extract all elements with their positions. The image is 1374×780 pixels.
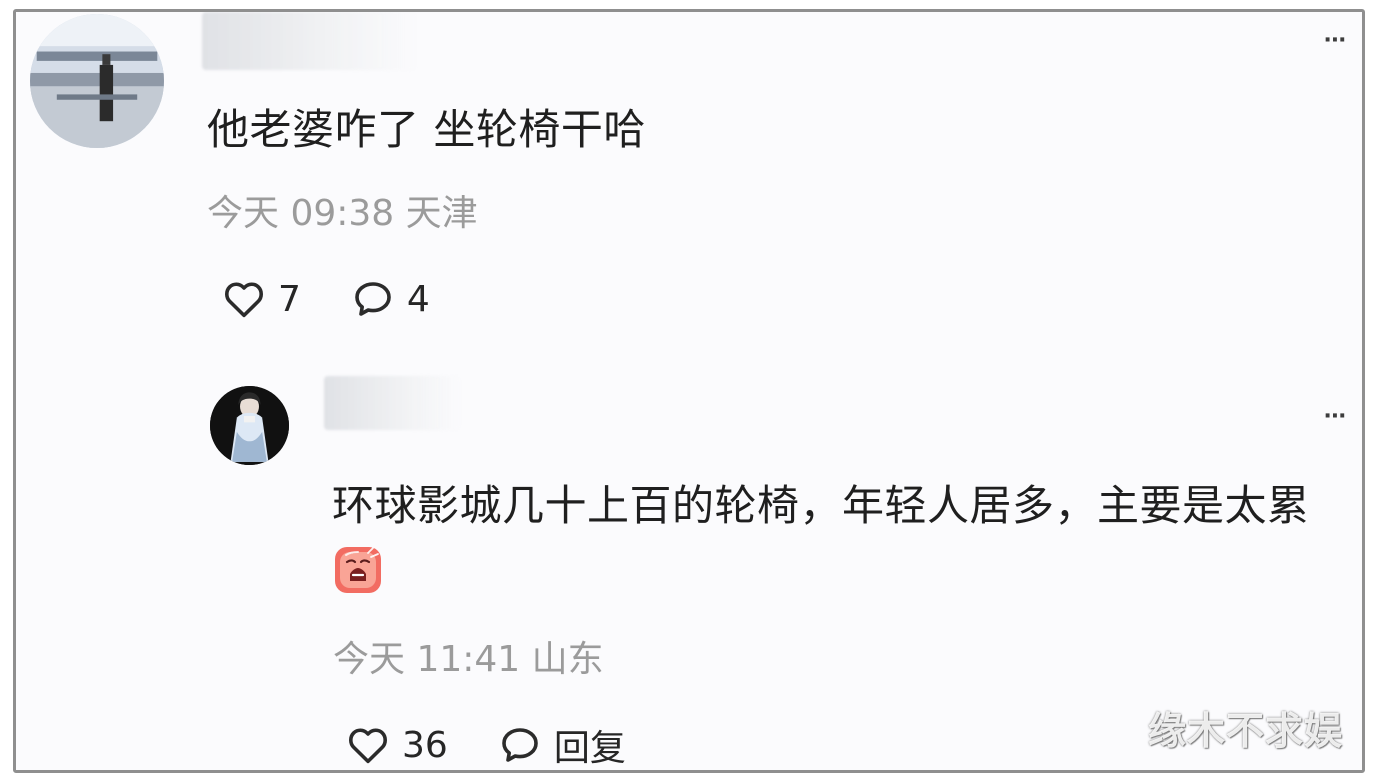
user-avatar-1[interactable] <box>30 14 164 148</box>
comment-meta-1: 今天 09:38 天津 <box>207 192 478 236</box>
blurred-username-2 <box>324 376 460 430</box>
comment-actions-1: 7 4 <box>220 275 478 323</box>
user-avatar-2[interactable] <box>210 386 289 465</box>
watermark-text: 缘木不求娱 <box>1148 709 1344 753</box>
reply-count-1: 4 <box>406 278 430 320</box>
comment-location-2: 山东 <box>531 639 604 680</box>
avatar-photo-1 <box>30 14 164 148</box>
comment-bubble-icon <box>355 282 391 316</box>
more-options-icon-1[interactable]: ⋯ <box>1324 30 1348 52</box>
heart-icon <box>349 728 387 764</box>
comment-time-2: 今天 11:41 <box>333 639 521 680</box>
comment-thread-panel: ⋯ 他老婆咋了 坐轮椅干哈 今天 09:38 天津 7 4 ⋯ 环球影城几十上百… <box>13 9 1365 773</box>
like-count-1: 7 <box>278 278 301 320</box>
blurred-username-1 <box>202 12 416 70</box>
comment-meta-2: 今天 11:41 山东 <box>333 638 604 682</box>
more-options-icon-2[interactable]: ⋯ <box>1324 406 1348 428</box>
comment-actions-2: 36 回复 <box>344 719 674 770</box>
comment-text-2-body: 环球影城几十上百的轮椅，年轻人居多，主要是太累 <box>332 481 1310 530</box>
comment-time-1: 今天 09:38 <box>207 193 395 234</box>
reply-button-1[interactable]: 4 <box>349 275 430 323</box>
comment-location-1: 天津 <box>405 193 478 234</box>
reply-label-2: 回复 <box>553 728 626 769</box>
like-button-2[interactable]: 36 <box>344 721 448 769</box>
comment-bubble-icon <box>502 728 538 762</box>
heart-icon <box>225 282 263 318</box>
like-count-2: 36 <box>402 724 448 766</box>
tired-face-emoji-icon <box>335 547 381 593</box>
comment-text-2: 环球影城几十上百的轮椅，年轻人居多，主要是太累 <box>332 472 1357 608</box>
comment-text-1: 他老婆咋了 坐轮椅干哈 <box>207 105 646 154</box>
avatar-photo-2 <box>210 386 289 465</box>
reply-button-2[interactable]: 回复 <box>496 719 626 770</box>
like-button-1[interactable]: 7 <box>220 275 301 323</box>
